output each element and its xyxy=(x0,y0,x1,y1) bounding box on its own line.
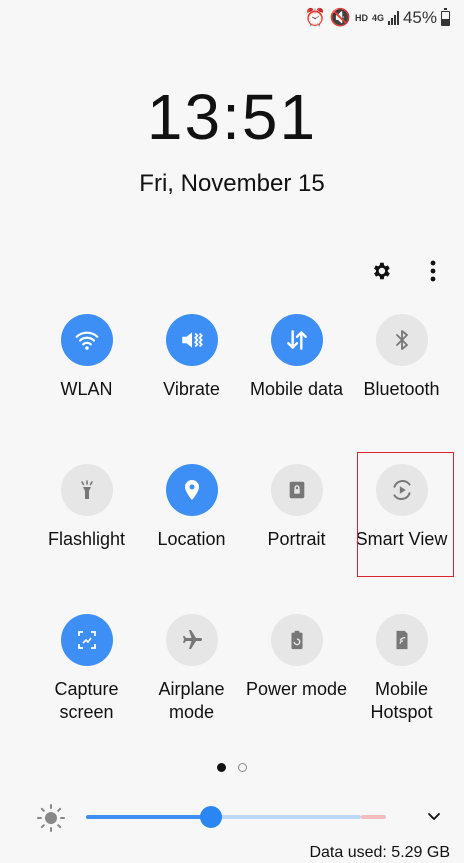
tile-label: Flashlight xyxy=(47,529,126,549)
tile-capture-screen[interactable]: Capture screen xyxy=(34,614,139,764)
tile-mobile-data[interactable]: Mobile data xyxy=(244,314,349,464)
tile-vibrate[interactable]: Vibrate xyxy=(139,314,244,464)
battery-percent: 45% xyxy=(402,8,437,27)
page-dot-inactive[interactable] xyxy=(238,763,247,772)
brightness-track-end xyxy=(361,815,386,819)
battery-icon xyxy=(441,7,450,26)
chevron-down-icon[interactable] xyxy=(426,808,442,829)
network-type: 4G xyxy=(371,13,384,23)
tile-label: Portrait xyxy=(267,529,326,549)
smart-view-highlight-box xyxy=(357,452,454,577)
portrait-lock-icon xyxy=(270,464,323,516)
clock-date: Fri, November 15 xyxy=(139,170,325,197)
bluetooth-icon xyxy=(375,314,428,366)
clock-time: 13:51 xyxy=(146,81,318,153)
tile-label: Mobile Hotspot xyxy=(370,679,433,722)
wifi-icon xyxy=(60,314,113,366)
more-options-icon[interactable] xyxy=(422,258,444,284)
page-dot-active[interactable] xyxy=(217,763,226,772)
airplane-icon xyxy=(165,614,218,666)
tile-label: Bluetooth xyxy=(363,379,440,399)
tile-wlan[interactable]: WLAN xyxy=(34,314,139,464)
tile-label: Mobile data xyxy=(249,379,344,399)
tile-bluetooth[interactable]: Bluetooth xyxy=(349,314,454,464)
status-bar: ⏰ 🔇 HD 4G 45% xyxy=(304,7,450,28)
hd-indicator: HD xyxy=(354,13,368,23)
tile-portrait[interactable]: Portrait xyxy=(244,464,349,614)
tile-airplane-mode[interactable]: Airplane mode xyxy=(139,614,244,764)
brightness-track-empty xyxy=(211,815,361,819)
tile-label: WLAN xyxy=(60,379,113,399)
capture-screen-icon xyxy=(60,614,113,666)
brightness-thumb[interactable] xyxy=(200,806,222,828)
tile-power-mode[interactable]: Power mode xyxy=(244,614,349,764)
brightness-track-filled xyxy=(86,815,211,819)
tile-label: Vibrate xyxy=(163,379,220,399)
power-mode-icon xyxy=(270,614,323,666)
tile-label: Airplane mode xyxy=(158,679,225,722)
mobile-data-icon xyxy=(270,314,323,366)
brightness-slider[interactable] xyxy=(36,800,446,834)
brightness-sun-icon xyxy=(36,803,66,838)
flashlight-icon xyxy=(60,464,113,516)
tile-label: Capture screen xyxy=(54,679,119,722)
panel-actions xyxy=(370,258,444,284)
location-icon xyxy=(165,464,218,516)
hotspot-icon xyxy=(375,614,428,666)
data-used-text: Data used: 5.29 GB xyxy=(309,844,450,861)
tile-mobile-hotspot[interactable]: Mobile Hotspot xyxy=(349,614,454,764)
tile-label: Power mode xyxy=(245,679,348,699)
tile-flashlight[interactable]: Flashlight xyxy=(34,464,139,614)
tile-location[interactable]: Location xyxy=(139,464,244,614)
vibrate-icon xyxy=(165,314,218,366)
mute-icon: 🔇 xyxy=(329,8,351,27)
settings-gear-icon[interactable] xyxy=(370,258,392,284)
signal-icon xyxy=(387,11,399,25)
alarm-icon: ⏰ xyxy=(304,8,326,27)
tile-label: Location xyxy=(157,529,226,549)
page-indicator xyxy=(0,763,464,772)
